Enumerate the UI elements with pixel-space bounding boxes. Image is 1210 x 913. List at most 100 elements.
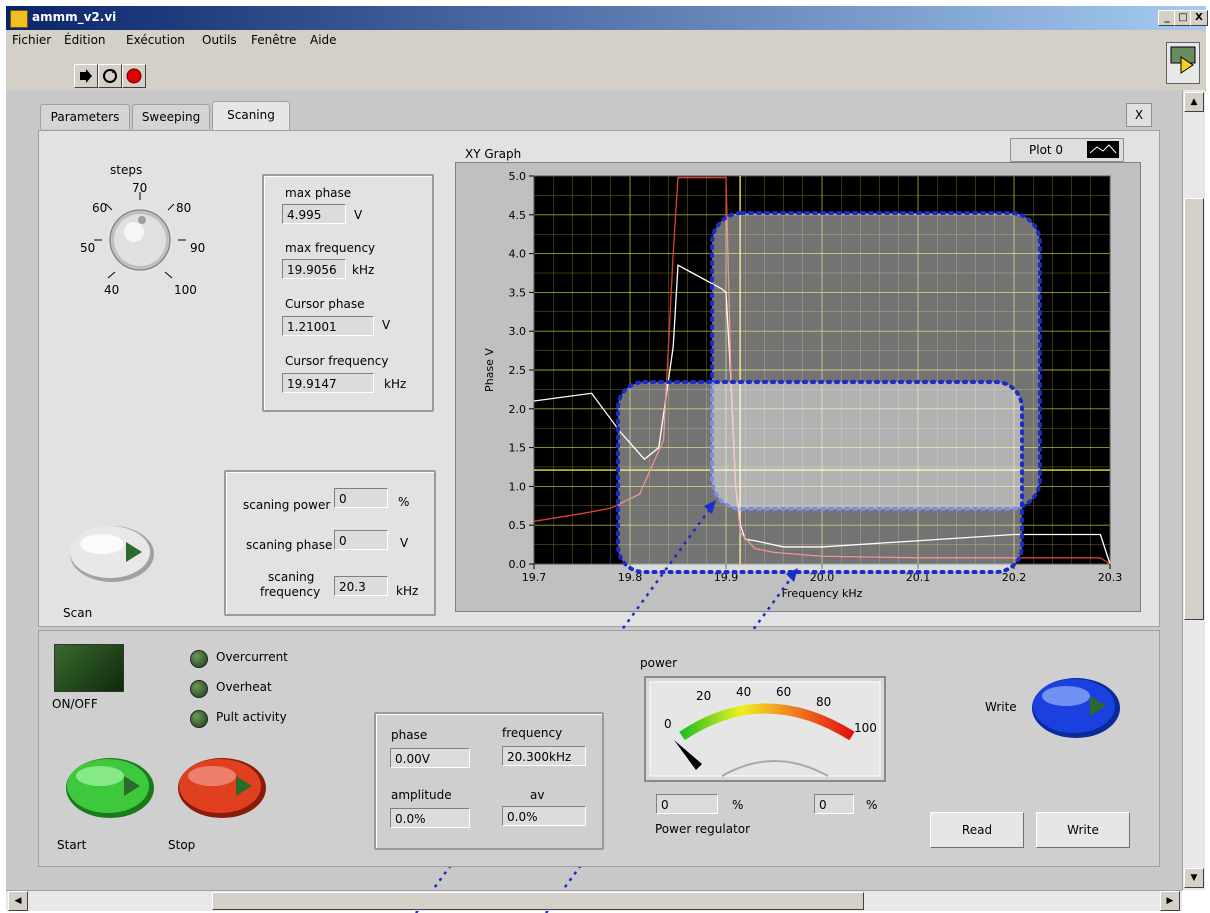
- scroll-left-icon[interactable]: ◀: [8, 891, 28, 911]
- window-title: ammm_v2.vi: [32, 10, 117, 24]
- phase-field: 0.00V: [390, 748, 470, 768]
- scaning-power-label: scaning power: [243, 498, 331, 512]
- scaning-frequency-unit: kHz: [396, 584, 419, 598]
- gauge-tick-20: 20: [696, 689, 711, 703]
- gauge-tick-0: 0: [664, 717, 672, 731]
- menu-edition[interactable]: Édition: [64, 33, 106, 47]
- scroll-right-icon[interactable]: ▶: [1160, 891, 1180, 911]
- scaning-power-input[interactable]: 0: [334, 488, 388, 508]
- y-tick-label: 0.0: [509, 558, 527, 571]
- overheat-label: Overheat: [216, 680, 272, 694]
- power-regulator-unit-2: %: [866, 798, 878, 812]
- menu-outils[interactable]: Outils: [202, 33, 237, 47]
- stop-button[interactable]: [176, 754, 272, 824]
- scroll-up-icon[interactable]: ▲: [1184, 92, 1204, 112]
- amplitude-label: amplitude: [391, 788, 452, 802]
- power-regulator-input-2[interactable]: 0: [814, 794, 854, 814]
- stop-label: Stop: [168, 838, 196, 852]
- knob-tick-80: 80: [176, 201, 191, 215]
- toolbar: [6, 42, 1206, 91]
- abort-stop-icon[interactable]: [122, 64, 146, 88]
- x-axis-label: Frequency kHz: [782, 587, 863, 600]
- menu-bar: Fichier Édition Exécution Outils Fenêtre…: [6, 30, 1206, 50]
- x-tick-label: 19.9: [714, 571, 739, 584]
- vertical-scroll-thumb[interactable]: [1184, 198, 1204, 620]
- menu-fichier[interactable]: Fichier: [12, 33, 51, 47]
- x-tick-label: 20.0: [810, 571, 835, 584]
- onoff-label: ON/OFF: [52, 697, 98, 711]
- scaning-power-unit: %: [398, 495, 410, 509]
- scroll-down-icon[interactable]: ▼: [1184, 868, 1204, 888]
- write-top-button[interactable]: [1028, 674, 1128, 744]
- tab-sweeping[interactable]: Sweeping: [132, 104, 210, 129]
- gauge-tick-60: 60: [776, 685, 791, 699]
- graph-title: XY Graph: [465, 147, 522, 161]
- x-tick-label: 20.1: [906, 571, 931, 584]
- overheat-led: [190, 680, 208, 698]
- vertical-scrollbar[interactable]: ▲ ▼: [1182, 90, 1205, 890]
- menu-fenetre[interactable]: Fenêtre: [251, 33, 296, 47]
- y-tick-label: 1.0: [509, 480, 527, 493]
- overcurrent-led: [190, 650, 208, 668]
- gauge-tick-40: 40: [736, 685, 751, 699]
- max-phase-unit: V: [354, 208, 363, 222]
- max-frequency-unit: kHz: [352, 263, 375, 277]
- y-tick-label: 4.5: [509, 209, 527, 222]
- knob-tick-50: 50: [80, 241, 95, 255]
- max-frequency-field: 19.9056: [282, 259, 346, 279]
- scan-button[interactable]: [66, 522, 166, 588]
- knob-tick-90: 90: [190, 241, 205, 255]
- scaning-phase-input[interactable]: 0: [334, 530, 388, 550]
- close-window-button[interactable]: X: [1190, 10, 1208, 26]
- y-tick-label: 1.5: [509, 442, 527, 455]
- scaning-frequency-input[interactable]: 20.3: [334, 576, 388, 596]
- phase-label: phase: [391, 728, 428, 742]
- scaning-frequency-label-2: frequency: [260, 585, 321, 599]
- power-regulator-label: Power regulator: [655, 822, 751, 836]
- pult-activity-led: [190, 710, 208, 728]
- write-top-label: Write: [985, 700, 1017, 714]
- frequency-label: frequency: [502, 726, 563, 740]
- menu-aide[interactable]: Aide: [310, 33, 337, 47]
- av-label: av: [530, 788, 545, 802]
- tab-parameters[interactable]: Parameters: [40, 104, 130, 129]
- y-tick-label: 4.0: [509, 248, 527, 261]
- x-tick-label: 20.3: [1098, 571, 1123, 584]
- scaning-frequency-label-1: scaning: [268, 570, 315, 584]
- scaning-phase-label: scaning phase: [246, 538, 333, 552]
- write-button[interactable]: Write: [1036, 812, 1130, 848]
- knob-tick-40: 40: [104, 283, 119, 297]
- vi-app-icon: [10, 10, 28, 28]
- horizontal-scroll-thumb[interactable]: [212, 892, 864, 910]
- cursor-frequency-unit: kHz: [384, 377, 407, 391]
- run-continuously-icon[interactable]: [98, 64, 122, 88]
- vi-connector-icon: [1166, 42, 1200, 84]
- y-tick-label: 3.5: [509, 286, 527, 299]
- y-axis-label: Phase V: [483, 348, 496, 392]
- menu-execution[interactable]: Exécution: [126, 33, 185, 47]
- amplitude-field: 0.0%: [390, 808, 470, 828]
- gauge-tick-100: 100: [854, 721, 877, 735]
- cursor-frequency-label: Cursor frequency: [285, 354, 389, 368]
- gauge-tick-80: 80: [816, 695, 831, 709]
- power-regulator-input-1[interactable]: 0: [656, 794, 718, 814]
- steps-knob[interactable]: 40 50 60 70 80 90 100: [72, 180, 212, 300]
- xy-graph[interactable]: 0.0 0.5 1.0 1.5 2.0 2.5 3.0 3.5 4.0 4.5 5.0 19.7 19.…: [455, 162, 1139, 610]
- start-button[interactable]: [64, 754, 160, 824]
- tab-scaning[interactable]: Scaning: [212, 101, 290, 130]
- max-frequency-label: max frequency: [285, 241, 376, 255]
- overcurrent-label: Overcurrent: [216, 650, 288, 664]
- y-tick-label: 3.0: [509, 325, 527, 338]
- power-label: power: [640, 656, 678, 670]
- window-titlebar[interactable]: ammm_v2.vi _ □ X: [6, 6, 1208, 30]
- read-button[interactable]: Read: [930, 812, 1024, 848]
- y-tick-label: 2.0: [509, 403, 527, 416]
- plot-legend[interactable]: Plot 0: [1010, 138, 1124, 162]
- legend-line-sample-icon: [1087, 141, 1119, 158]
- cursor-phase-unit: V: [382, 318, 391, 332]
- tab-close-button[interactable]: X: [1126, 103, 1152, 127]
- horizontal-scrollbar[interactable]: ◀ ▶: [6, 890, 1182, 911]
- knob-tick-60: 60: [92, 201, 107, 215]
- run-arrow-icon[interactable]: [74, 64, 98, 88]
- max-phase-field: 4.995: [282, 204, 346, 224]
